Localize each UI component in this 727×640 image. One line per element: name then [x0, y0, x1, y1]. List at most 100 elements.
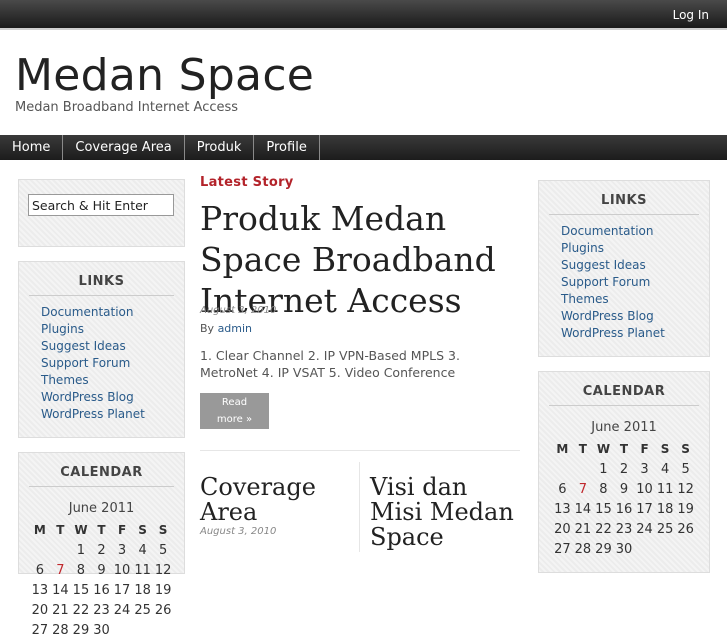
link-wordpress-blog[interactable]: WordPress Blog	[41, 389, 174, 406]
sub-post-title-line: Space	[370, 523, 444, 551]
calendar-caption: June 2011	[68, 501, 135, 516]
calendar-day: 29	[595, 541, 612, 557]
calendar-week-row: 12345	[552, 459, 696, 479]
calendar-day: 28	[574, 541, 592, 557]
calendar-table: M T W T F S S 1 2 3 4 5 6 7 8 9 10 11 12 13 14 15 16 17 18 19 20 21…	[30, 520, 174, 640]
author-link[interactable]: admin	[218, 322, 252, 335]
calendar-day: 17	[113, 582, 131, 598]
calendar-day: 21	[52, 602, 69, 618]
calendar-day: 28	[52, 622, 69, 638]
links-widget-left: LINKS Documentation Plugins Suggest Idea…	[18, 261, 185, 438]
calendar-day: 16	[93, 582, 110, 598]
calendar-week-row: 27 28 29 30	[30, 620, 174, 640]
calendar-day: 10	[113, 562, 131, 578]
calendar-caption: June 2011	[591, 420, 657, 435]
calendar-week-row: 20 21 22 23 24 25 26	[552, 519, 696, 539]
calendar-weekday: T	[56, 523, 65, 537]
calendar-day: 4	[660, 461, 670, 477]
site-title[interactable]: Medan Space	[15, 50, 314, 102]
calendar-day: 9	[619, 481, 629, 497]
calendar-week-row: 6 7 8 9 10 11 12	[30, 560, 174, 580]
sub-post-title-coverage[interactable]: Coverage Area	[200, 475, 316, 525]
search-widget	[18, 179, 185, 247]
content-divider	[200, 450, 520, 451]
post-date: August 3, 2010	[200, 305, 277, 316]
search-input[interactable]	[28, 194, 174, 216]
calendar-day[interactable]: 7	[50, 560, 71, 580]
sub-post-title-visi[interactable]: Visi dan Misi Medan Space	[370, 475, 514, 550]
calendar-empty-cell	[132, 620, 153, 640]
byline-prefix: By	[200, 322, 215, 335]
calendar-widget-right: CALENDAR June 2011 M T W T F S S 1 2 3 4 5 6 7 8 9 10 11 1…	[538, 371, 710, 573]
link-suggest-ideas[interactable]: Suggest Ideas	[41, 338, 174, 355]
calendar-weekday: T	[578, 442, 587, 456]
link-plugins[interactable]: Plugins	[41, 321, 174, 338]
links-list: Documentation Plugins Suggest Ideas Supp…	[561, 223, 699, 342]
nav-item-coverage-area[interactable]: Coverage Area	[63, 135, 185, 160]
calendar-empty-cell	[153, 620, 174, 640]
nav-item-produk[interactable]: Produk	[185, 135, 255, 160]
calendar-week-row: 27 28 29 30	[552, 539, 696, 559]
calendar-weekday: M	[556, 442, 569, 456]
calendar-widget-title: CALENDAR	[549, 378, 699, 406]
calendar-empty-cell	[50, 540, 71, 560]
calendar-day: 13	[554, 501, 571, 517]
calendar-day: 12	[677, 481, 694, 497]
calendar-day: 2	[619, 461, 629, 477]
link-support-forum[interactable]: Support Forum	[561, 274, 699, 291]
read-more-line-1: Read	[221, 397, 248, 408]
calendar-day: 19	[154, 582, 172, 598]
calendar-weekday: T	[97, 523, 106, 537]
link-suggest-ideas[interactable]: Suggest Ideas	[561, 257, 699, 274]
link-support-forum[interactable]: Support Forum	[41, 355, 174, 372]
calendar-day: 18	[656, 501, 674, 517]
calendar-weekday: S	[138, 523, 147, 537]
read-more-button[interactable]: Read more »	[200, 393, 269, 429]
calendar-day: 8	[599, 481, 608, 497]
calendar-day: 12	[154, 562, 172, 578]
calendar-day: 19	[677, 501, 694, 517]
post-title[interactable]: Produk Medan Space Broadband Internet Ac…	[200, 198, 520, 321]
calendar-day: 6	[35, 562, 44, 578]
link-themes[interactable]: Themes	[561, 291, 699, 308]
link-wordpress-planet[interactable]: WordPress Planet	[41, 406, 174, 423]
calendar-empty-cell	[675, 539, 696, 559]
link-documentation[interactable]: Documentation	[561, 223, 699, 240]
nav-item-profile[interactable]: Profile	[254, 135, 320, 160]
link-plugins[interactable]: Plugins	[561, 240, 699, 257]
calendar-weekday: F	[117, 523, 127, 537]
calendar-day: 15	[72, 582, 90, 598]
calendar-day: 24	[636, 521, 653, 537]
calendar-header-row: MTWTFSS	[552, 439, 696, 459]
calendar-week-row: 12345	[30, 540, 174, 560]
post-byline: By admin	[200, 322, 252, 335]
calendar-day: 3	[640, 461, 649, 477]
link-themes[interactable]: Themes	[41, 372, 174, 389]
link-wordpress-planet[interactable]: WordPress Planet	[561, 325, 699, 342]
calendar-day: 11	[134, 562, 151, 578]
calendar-day: 27	[31, 622, 49, 638]
calendar-day: 8	[76, 562, 86, 578]
calendar-day: 11	[656, 481, 674, 497]
calendar-week-row: 13 14 15 16 17 18 19	[552, 499, 696, 519]
calendar-day: 23	[615, 521, 633, 537]
calendar-day: 20	[554, 521, 571, 537]
calendar-day[interactable]: 7	[573, 479, 594, 499]
calendar-day: 4	[138, 542, 147, 558]
calendar-week-row: 13 14 15 16 17 18 19	[30, 580, 174, 600]
calendar-weekday: W	[596, 442, 611, 456]
nav-item-home[interactable]: Home	[0, 135, 64, 160]
calendar-day: 5	[681, 461, 690, 477]
calendar-widget-title: CALENDAR	[29, 459, 174, 487]
calendar-day: 24	[113, 602, 131, 618]
calendar-week-row: 6 7 8 9 10 11 12	[552, 479, 696, 499]
link-documentation[interactable]: Documentation	[41, 304, 174, 321]
links-widget-title: LINKS	[549, 187, 699, 215]
calendar-day: 1	[76, 542, 86, 558]
login-link[interactable]: Log In	[673, 8, 709, 22]
calendar-day: 3	[117, 542, 127, 558]
link-wordpress-blog[interactable]: WordPress Blog	[561, 308, 699, 325]
calendar-weekday: S	[158, 523, 168, 537]
calendar-day: 10	[636, 481, 653, 497]
calendar-week-row: 20 21 22 23 24 25 26	[30, 600, 174, 620]
